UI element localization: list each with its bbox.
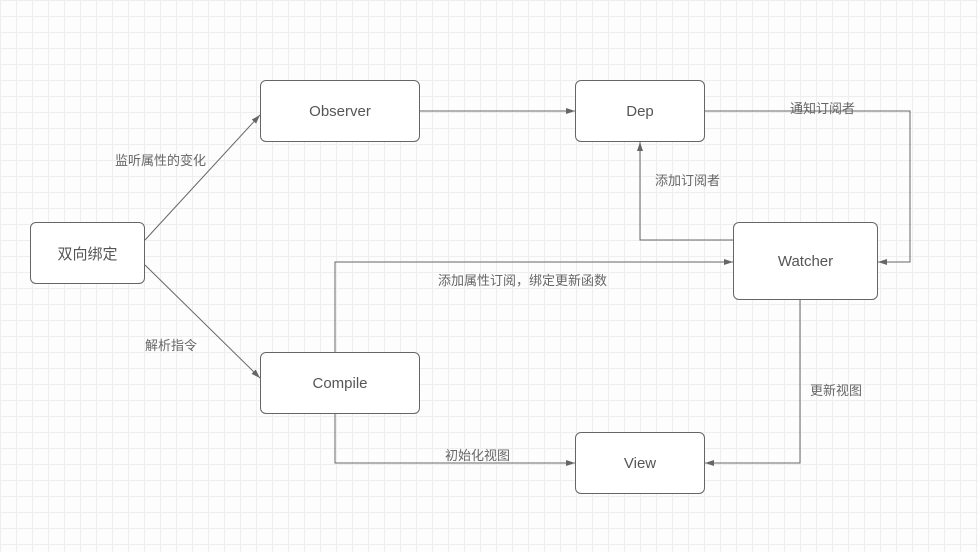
label-compile-view: 初始化视图	[445, 445, 510, 464]
edge-binding-compile	[145, 265, 260, 378]
node-binding: 双向绑定	[30, 222, 145, 284]
label-compile-watcher: 添加属性订阅，绑定更新函数	[438, 270, 607, 289]
edge-watcher-view	[705, 300, 800, 463]
label-dep-watcher: 通知订阅者	[790, 98, 855, 117]
node-dep-label: Dep	[626, 103, 654, 120]
label-watcher-dep: 添加订阅者	[655, 170, 720, 189]
node-compile-label: Compile	[312, 375, 367, 392]
label-binding-observer: 监听属性的变化	[115, 150, 206, 169]
node-watcher-label: Watcher	[778, 253, 833, 270]
node-observer-label: Observer	[309, 103, 371, 120]
node-binding-label: 双向绑定	[57, 243, 117, 264]
node-watcher: Watcher	[733, 222, 878, 300]
label-binding-compile: 解析指令	[145, 335, 197, 354]
label-watcher-view: 更新视图	[810, 380, 862, 399]
node-view: View	[575, 432, 705, 494]
edge-watcher-dep-bend	[640, 202, 733, 240]
node-dep: Dep	[575, 80, 705, 142]
node-view-label: View	[624, 455, 656, 472]
node-observer: Observer	[260, 80, 420, 142]
node-compile: Compile	[260, 352, 420, 414]
edge-binding-observer	[145, 115, 260, 240]
